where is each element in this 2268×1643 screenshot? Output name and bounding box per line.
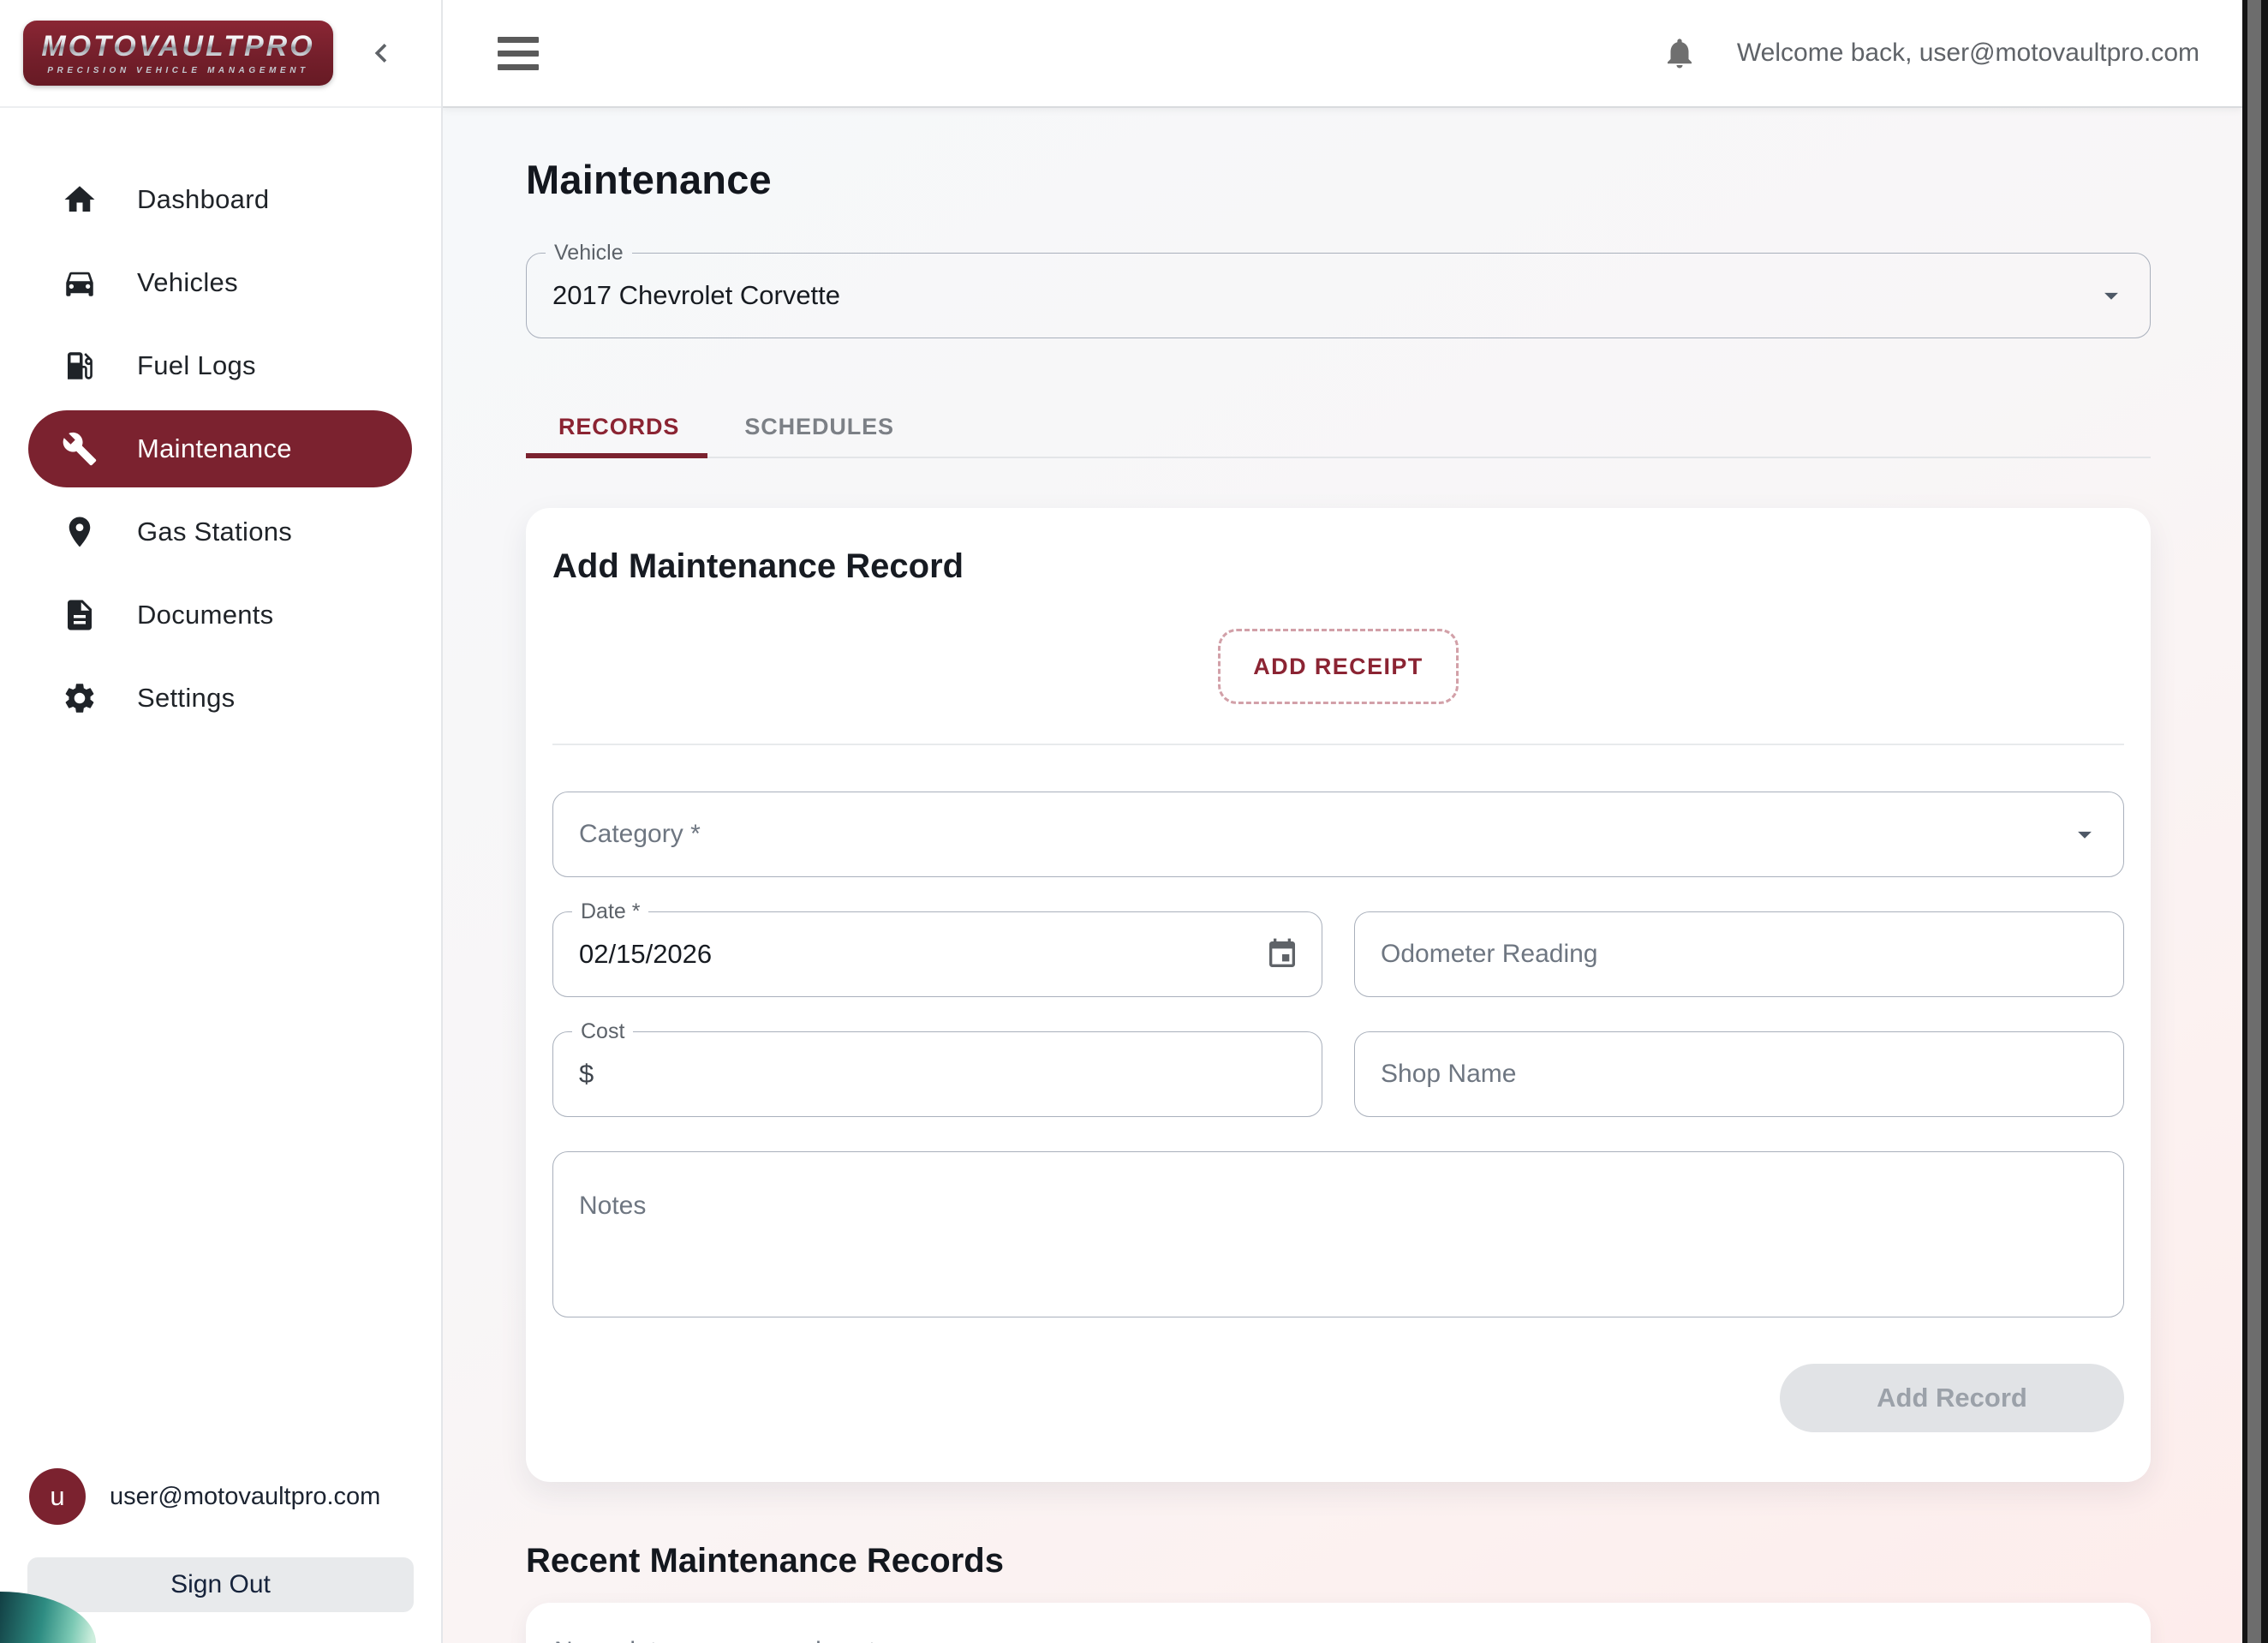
cost-field[interactable]: Cost $ bbox=[552, 1031, 1322, 1117]
sidebar-item-label: Documents bbox=[137, 600, 274, 630]
receipt-row: ADD RECEIPT bbox=[552, 629, 2124, 704]
vehicle-select[interactable]: Vehicle 2017 Chevrolet Corvette bbox=[526, 253, 2151, 338]
scrollbar-thumb[interactable] bbox=[2247, 0, 2261, 1643]
page-content: Maintenance Vehicle 2017 Chevrolet Corve… bbox=[443, 108, 2242, 1643]
date-field[interactable]: Date * 02/15/2026 bbox=[552, 911, 1322, 997]
wrench-icon bbox=[62, 431, 98, 467]
tab-records[interactable]: RECORDS bbox=[526, 397, 712, 457]
add-receipt-button[interactable]: ADD RECEIPT bbox=[1218, 629, 1458, 704]
sidebar-item-label: Fuel Logs bbox=[137, 350, 256, 381]
calendar-icon[interactable] bbox=[1265, 937, 1299, 971]
vehicle-select-value: 2017 Chevrolet Corvette bbox=[552, 280, 840, 311]
sidebar-item-vehicles[interactable]: Vehicles bbox=[28, 244, 412, 321]
sidebar-item-label: Settings bbox=[137, 683, 235, 714]
sidebar-item-label: Vehicles bbox=[137, 267, 238, 298]
brand-logo-title: MOTOVAULTPRO bbox=[41, 32, 314, 61]
chevron-down-icon bbox=[2095, 279, 2128, 312]
chevron-left-icon bbox=[362, 34, 400, 72]
odometer-field[interactable]: Odometer Reading bbox=[1354, 911, 2124, 997]
sidebar-item-documents[interactable]: Documents bbox=[28, 577, 412, 654]
fuel-pump-icon bbox=[62, 348, 98, 384]
home-icon bbox=[62, 182, 98, 218]
add-maintenance-record-card: Add Maintenance Record ADD RECEIPT Categ… bbox=[526, 508, 2151, 1482]
odometer-placeholder: Odometer Reading bbox=[1381, 940, 1597, 969]
document-icon bbox=[62, 597, 98, 633]
sidebar-collapse-button[interactable] bbox=[357, 29, 405, 77]
car-icon bbox=[62, 265, 98, 301]
category-select-label: Category * bbox=[579, 820, 701, 849]
page-title: Maintenance bbox=[526, 156, 2151, 203]
brand-logo: MOTOVAULTPRO PRECISION VEHICLE MANAGEMEN… bbox=[23, 21, 333, 86]
user-email: user@motovaultpro.com bbox=[110, 1483, 380, 1511]
top-header: Welcome back, user@motovaultpro.com bbox=[443, 0, 2242, 108]
sign-out-button[interactable]: Sign Out bbox=[27, 1557, 414, 1612]
sidebar-nav: Dashboard Vehicles Fuel Logs Maintenance… bbox=[0, 108, 441, 1468]
welcome-text: Welcome back, user@motovaultpro.com bbox=[1737, 39, 2199, 68]
card-title: Add Maintenance Record bbox=[552, 547, 2124, 586]
hamburger-icon[interactable] bbox=[498, 37, 539, 70]
map-pin-icon bbox=[62, 514, 98, 550]
gear-icon bbox=[62, 680, 98, 716]
sidebar-header: MOTOVAULTPRO PRECISION VEHICLE MANAGEMEN… bbox=[0, 0, 441, 108]
sidebar-item-dashboard[interactable]: Dashboard bbox=[28, 161, 412, 238]
date-field-value: 02/15/2026 bbox=[579, 939, 712, 970]
user-row: u user@motovaultpro.com bbox=[27, 1468, 414, 1525]
add-record-button[interactable]: Add Record bbox=[1780, 1364, 2124, 1432]
sidebar-item-settings[interactable]: Settings bbox=[28, 660, 412, 737]
tab-schedules[interactable]: SCHEDULES bbox=[712, 397, 927, 457]
no-records-text: No maintenance records yet. bbox=[554, 1637, 883, 1643]
avatar: u bbox=[29, 1468, 86, 1525]
cost-currency-prefix: $ bbox=[579, 1059, 594, 1090]
sidebar-item-label: Dashboard bbox=[137, 184, 269, 215]
main-area: Welcome back, user@motovaultpro.com Main… bbox=[443, 0, 2242, 1643]
sidebar-item-label: Gas Stations bbox=[137, 517, 292, 547]
card-divider bbox=[552, 744, 2124, 745]
recent-records-card: No maintenance records yet. bbox=[526, 1603, 2151, 1643]
sidebar: MOTOVAULTPRO PRECISION VEHICLE MANAGEMEN… bbox=[0, 0, 443, 1643]
app-window: MOTOVAULTPRO PRECISION VEHICLE MANAGEMEN… bbox=[0, 0, 2268, 1643]
shop-name-field[interactable]: Shop Name bbox=[1354, 1031, 2124, 1117]
tab-bar: RECORDS SCHEDULES bbox=[526, 397, 2151, 458]
cost-field-label: Cost bbox=[572, 1019, 633, 1044]
recent-records-title: Recent Maintenance Records bbox=[526, 1542, 2151, 1580]
category-select[interactable]: Category * bbox=[552, 792, 2124, 877]
header-right: Welcome back, user@motovaultpro.com bbox=[1662, 35, 2199, 71]
chevron-down-icon bbox=[2068, 818, 2101, 851]
form-actions: Add Record bbox=[552, 1364, 2124, 1432]
bell-icon[interactable] bbox=[1662, 35, 1698, 71]
maintenance-form: Category * Date * 02/15/2026 Odomete bbox=[552, 792, 2124, 1317]
vehicle-select-label: Vehicle bbox=[546, 240, 632, 266]
notes-field[interactable]: Notes bbox=[552, 1151, 2124, 1317]
notes-placeholder: Notes bbox=[579, 1192, 646, 1221]
brand-logo-subtitle: PRECISION VEHICLE MANAGEMENT bbox=[47, 66, 308, 75]
page-scrollbar[interactable] bbox=[2242, 0, 2268, 1643]
sidebar-item-label: Maintenance bbox=[137, 433, 292, 464]
shop-name-placeholder: Shop Name bbox=[1381, 1060, 1516, 1089]
date-field-label: Date * bbox=[572, 899, 648, 924]
sidebar-item-fuel-logs[interactable]: Fuel Logs bbox=[28, 327, 412, 404]
sidebar-item-maintenance[interactable]: Maintenance bbox=[28, 410, 412, 487]
active-tab-indicator bbox=[526, 453, 707, 458]
sidebar-item-gas-stations[interactable]: Gas Stations bbox=[28, 493, 412, 571]
